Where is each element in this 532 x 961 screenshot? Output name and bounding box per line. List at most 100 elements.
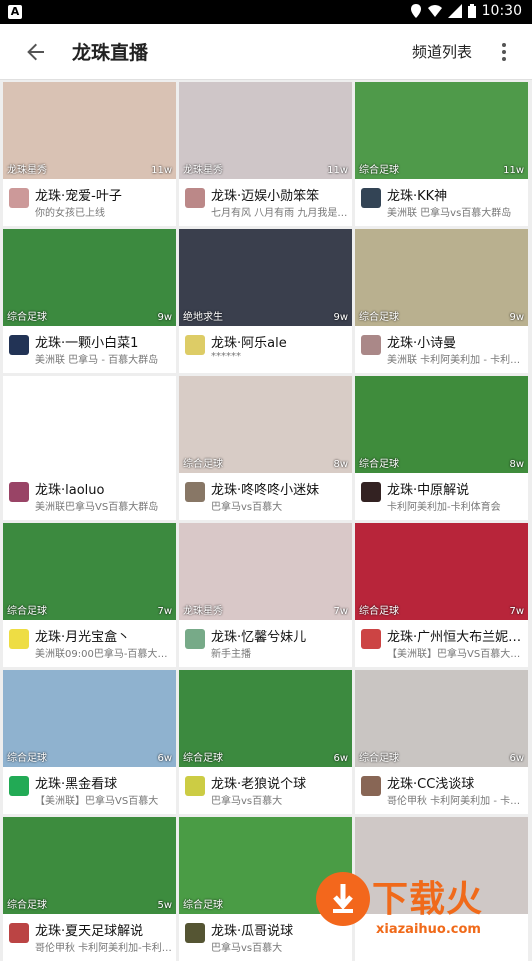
stream-thumbnail[interactable]	[3, 376, 176, 473]
live-room-card[interactable]: 综合足球 6w 龙珠·黑金看球 【美洲联】巴拿马VS百慕大	[3, 670, 176, 814]
room-name: 龙珠·广州恒大布兰妮…	[387, 630, 522, 645]
room-name: 龙珠·迈娱小勋笨笨	[211, 189, 320, 204]
live-room-card[interactable]: 综合足球 9w 龙珠·小诗曼美洲联 卡利阿美利加 - 卡利体育…	[355, 229, 528, 373]
viewer-count: 7w	[333, 606, 348, 617]
live-room-card[interactable]: 综合足球 11w 龙珠·KK神 美洲联 巴拿马vs百慕大群岛	[355, 82, 528, 226]
live-room-card[interactable]: 综合足球 7w 龙珠·广州恒大布兰妮… 【美洲联】巴拿马VS百慕大群岛	[355, 523, 528, 667]
status-bar: A 10:30	[0, 0, 532, 24]
room-subtitle: 美洲联 巴拿马 - 百慕大群岛	[35, 355, 159, 366]
viewer-count: 7w	[509, 606, 524, 617]
category-label: 综合足球	[183, 459, 223, 470]
stream-thumbnail[interactable]: 龙珠星秀 7w	[179, 523, 352, 620]
streamer-avatar	[185, 923, 205, 943]
room-name: 龙珠·小诗曼	[387, 336, 457, 351]
live-room-card[interactable]: 龙珠星秀 11w 龙珠·迈娱小勋笨笨七月有风 八月有雨 九月我是否…	[179, 82, 352, 226]
room-subtitle: 美洲联 巴拿马vs百慕大群岛	[387, 208, 512, 219]
room-subtitle: 巴拿马vs百慕大	[211, 943, 283, 954]
clock: 10:30	[481, 3, 522, 19]
room-subtitle: 新手主播	[211, 649, 251, 660]
category-label: 绝地求生	[183, 312, 223, 323]
category-label: 综合足球	[7, 900, 47, 911]
live-room-card[interactable]: 龙珠星秀 7w 龙珠·忆馨兮妹儿新手主播	[179, 523, 352, 667]
stream-thumbnail[interactable]: 综合足球 6w	[355, 670, 528, 767]
stream-thumbnail[interactable]: 综合足球 7w	[355, 523, 528, 620]
room-name: 龙珠·宠爱-叶子	[35, 189, 122, 204]
room-subtitle: 美洲联巴拿马VS百慕大群岛	[35, 502, 159, 513]
room-subtitle: 美洲联 卡利阿美利加 - 卡利体育…	[387, 355, 525, 366]
live-room-card[interactable]: 综合足球 6w 龙珠·CC浅谈球哥伦甲秋 卡利阿美利加 - 卡利体…	[355, 670, 528, 814]
room-subtitle: 你的女孩已上线	[35, 208, 105, 219]
watermark-text: 下载火	[372, 879, 484, 920]
back-arrow-icon[interactable]	[20, 36, 52, 68]
streamer-avatar	[9, 335, 29, 355]
stream-thumbnail[interactable]: 综合足球 11w	[355, 82, 528, 179]
streamer-avatar	[185, 335, 205, 355]
room-subtitle: 【美洲联】巴拿马VS百慕大群岛	[387, 649, 525, 660]
streamer-avatar	[185, 482, 205, 502]
live-room-card[interactable]: 综合足球 9w 龙珠·一颗小白菜1 美洲联 巴拿马 - 百慕大群岛	[3, 229, 176, 373]
room-name: 龙珠·阿乐ale	[211, 336, 287, 351]
stream-thumbnail[interactable]: 综合足球 9w	[355, 229, 528, 326]
room-name: 龙珠·忆馨兮妹儿	[211, 630, 307, 645]
category-label: 综合足球	[359, 753, 399, 764]
stream-thumbnail[interactable]: 绝地求生 9w	[179, 229, 352, 326]
live-room-card[interactable]: 综合足球 5w 龙珠·夏天足球解说哥伦甲秋 卡利阿美利加-卡利体…	[3, 817, 176, 961]
viewer-count: 6w	[157, 753, 172, 764]
more-options-icon[interactable]	[496, 38, 512, 66]
category-label: 综合足球	[359, 312, 399, 323]
viewer-count: 9w	[157, 312, 172, 323]
room-name: 龙珠·夏天足球解说	[35, 924, 144, 939]
room-subtitle: 七月有风 八月有雨 九月我是否…	[211, 208, 349, 219]
live-room-card[interactable]: 综合足球 7w 龙珠·月光宝盒丶 美洲联09:00巴拿马-百慕大群岛	[3, 523, 176, 667]
room-subtitle: 卡利阿美利加-卡利体育会	[387, 502, 501, 513]
viewer-count: 7w	[157, 606, 172, 617]
channel-list-button[interactable]: 频道列表	[412, 41, 472, 62]
live-room-card[interactable]: 龙珠·laoluo 美洲联巴拿马VS百慕大群岛	[3, 376, 176, 520]
stream-thumbnail[interactable]: 综合足球 5w	[3, 817, 176, 914]
live-room-card[interactable]: 综合足球 8w 龙珠·中原解说卡利阿美利加-卡利体育会	[355, 376, 528, 520]
room-name: 龙珠·CC浅谈球	[387, 777, 475, 792]
category-label: 综合足球	[183, 753, 223, 764]
location-icon	[410, 4, 421, 18]
viewer-count: 8w	[333, 459, 348, 470]
live-room-card[interactable]: 综合足球 8w 龙珠·咚咚咚小迷妹 巴拿马vs百慕大	[179, 376, 352, 520]
streamer-avatar	[9, 776, 29, 796]
stream-thumbnail[interactable]: 综合足球 6w	[179, 670, 352, 767]
room-subtitle: 哥伦甲秋 卡利阿美利加-卡利体…	[35, 943, 173, 954]
stream-thumbnail[interactable]: 综合足球 9w	[3, 229, 176, 326]
live-room-card[interactable]: 综合足球 6w 龙珠·老狼说个球巴拿马vs百慕大	[179, 670, 352, 814]
stream-thumbnail[interactable]: 综合足球 8w	[179, 376, 352, 473]
category-label: 综合足球	[7, 753, 47, 764]
stream-thumbnail[interactable]: 综合足球 8w	[355, 376, 528, 473]
battery-icon	[467, 4, 476, 18]
live-room-card[interactable]: 龙珠星秀 11w 龙珠·宠爱-叶子你的女孩已上线	[3, 82, 176, 226]
category-label: 龙珠星秀	[183, 606, 223, 617]
streamer-avatar	[9, 188, 29, 208]
category-label: 综合足球	[359, 459, 399, 470]
stream-thumbnail[interactable]: 龙珠星秀 11w	[3, 82, 176, 179]
room-subtitle: 巴拿马vs百慕大	[211, 796, 283, 807]
room-name: 龙珠·中原解说	[387, 483, 470, 498]
stream-thumbnail[interactable]: 综合足球 6w	[3, 670, 176, 767]
room-subtitle: 哥伦甲秋 卡利阿美利加 - 卡利体…	[387, 796, 525, 807]
category-label: 综合足球	[7, 312, 47, 323]
wifi-icon	[427, 5, 442, 17]
streamer-avatar	[185, 629, 205, 649]
room-subtitle: ******	[211, 351, 241, 362]
room-name: 龙珠·一颗小白菜1	[35, 336, 139, 351]
page-title: 龙珠直播	[72, 42, 149, 64]
room-subtitle: 【美洲联】巴拿马VS百慕大	[35, 796, 159, 807]
category-label: 综合足球	[359, 606, 399, 617]
live-room-card[interactable]: 绝地求生 9w 龙珠·阿乐ale ******	[179, 229, 352, 373]
category-label: 龙珠星秀	[7, 165, 47, 176]
room-name: 龙珠·laoluo	[35, 483, 105, 498]
room-name: 龙珠·老狼说个球	[211, 777, 307, 792]
stream-thumbnail[interactable]: 龙珠星秀 11w	[179, 82, 352, 179]
streamer-avatar	[361, 629, 381, 649]
room-subtitle: 巴拿马vs百慕大	[211, 502, 283, 513]
viewer-count: 11w	[503, 165, 524, 176]
stream-thumbnail[interactable]: 综合足球 7w	[3, 523, 176, 620]
viewer-count: 9w	[333, 312, 348, 323]
app-bar: 龙珠直播 频道列表	[0, 24, 532, 80]
viewer-count: 9w	[509, 312, 524, 323]
